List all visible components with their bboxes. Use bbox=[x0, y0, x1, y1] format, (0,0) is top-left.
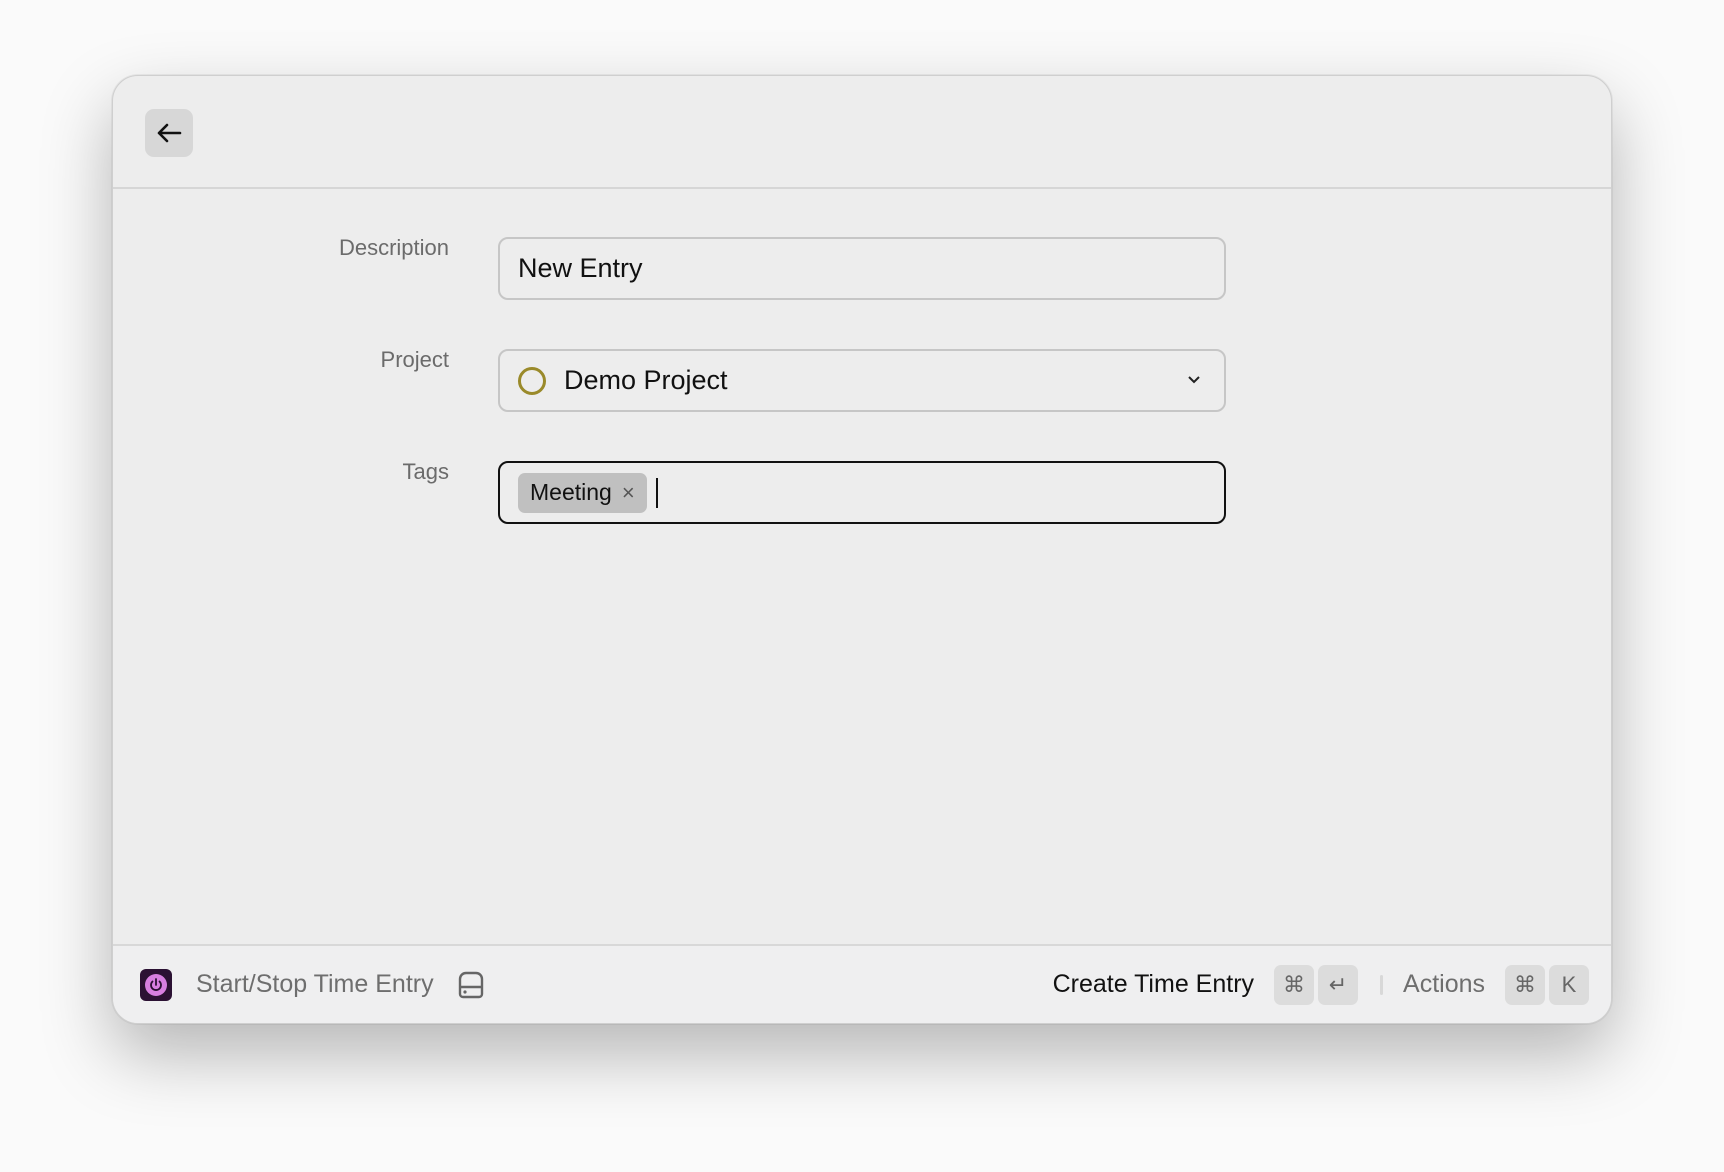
header-divider bbox=[113, 187, 1611, 189]
window: Description New Entry Project Demo Proje… bbox=[112, 75, 1612, 1024]
tags-label: Tags bbox=[402, 459, 449, 484]
footer-bar: Start/Stop Time Entry Create Time Entry … bbox=[113, 944, 1611, 1023]
description-label: Description bbox=[338, 235, 449, 260]
description-value: New Entry bbox=[518, 253, 643, 283]
text-caret bbox=[655, 477, 658, 508]
chevron-down-icon bbox=[1188, 376, 1200, 384]
project-select[interactable]: Demo Project bbox=[498, 349, 1226, 412]
create-time-entry-button[interactable]: Create Time Entry bbox=[1053, 970, 1254, 999]
project-color-icon bbox=[518, 366, 546, 395]
description-input[interactable]: New Entry bbox=[498, 237, 1226, 300]
actions-button[interactable]: Actions bbox=[1403, 970, 1485, 999]
tag-label: Meeting bbox=[530, 479, 612, 505]
remove-tag-icon[interactable]: × bbox=[622, 480, 635, 506]
tag-chip: Meeting × bbox=[518, 472, 647, 513]
project-value: Demo Project bbox=[564, 365, 728, 395]
tags-input[interactable]: Meeting × bbox=[498, 461, 1226, 524]
back-button[interactable] bbox=[145, 109, 193, 157]
power-icon bbox=[140, 968, 172, 1001]
return-key-icon: ↵ bbox=[1318, 964, 1359, 1005]
hard-drive-icon bbox=[458, 971, 483, 998]
command-key-icon: ⌘ bbox=[1274, 964, 1315, 1005]
command-title: Start/Stop Time Entry bbox=[196, 970, 434, 998]
project-label: Project bbox=[380, 347, 449, 372]
footer-separator bbox=[1380, 974, 1384, 995]
k-key-icon: K bbox=[1549, 964, 1589, 1005]
command-key-icon: ⌘ bbox=[1505, 964, 1545, 1005]
arrow-left-icon bbox=[157, 123, 182, 143]
